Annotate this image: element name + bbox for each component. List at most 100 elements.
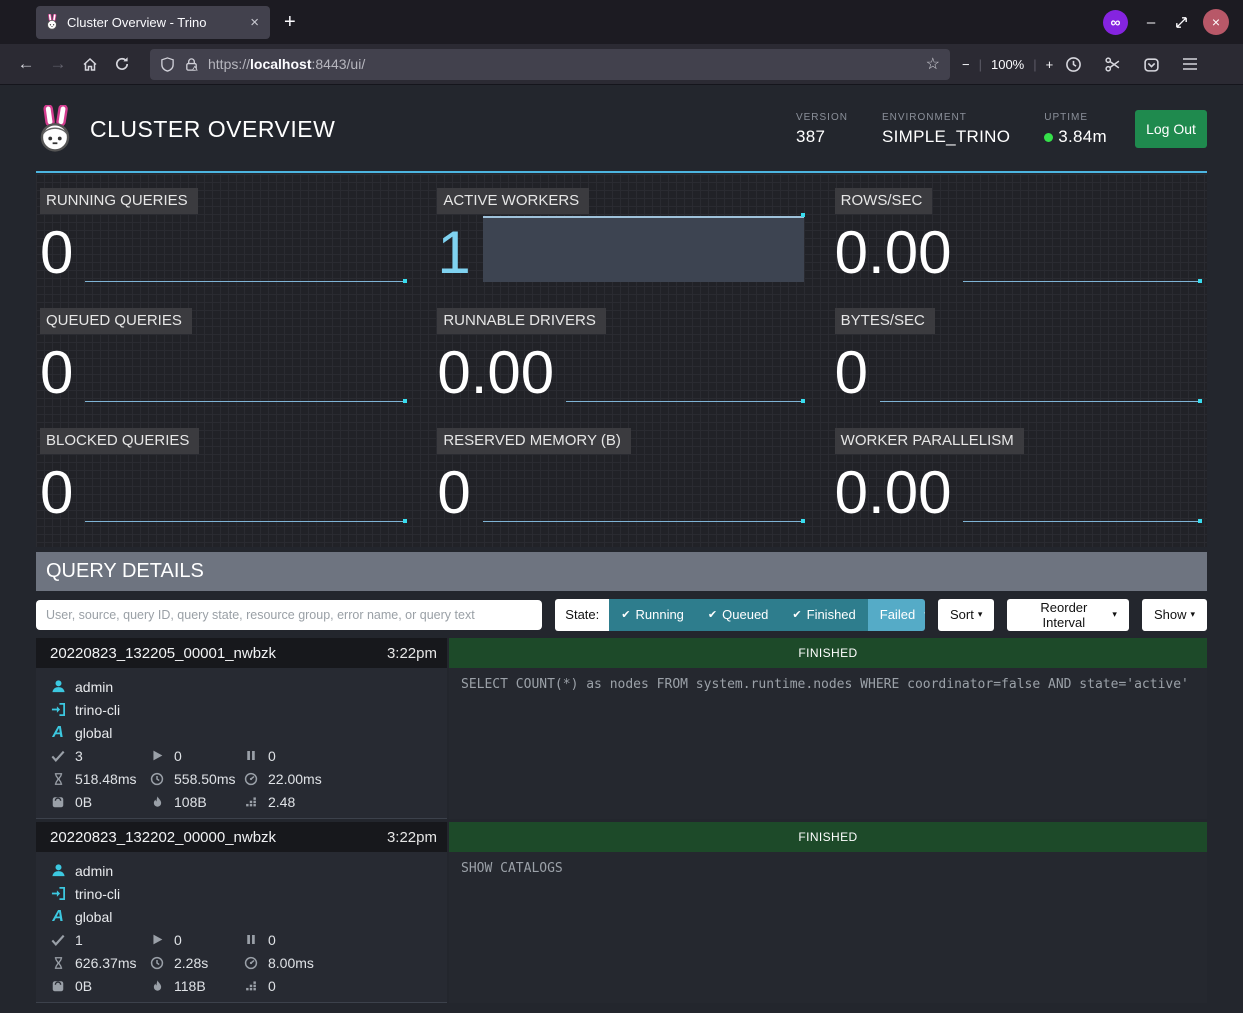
sort-dropdown[interactable]: Sort▾ [938, 599, 994, 631]
show-dropdown[interactable]: Show▾ [1142, 599, 1207, 631]
chevron-down-icon: ▾ [924, 609, 925, 620]
sparkline [963, 216, 1201, 282]
chevron-down-icon: ▾ [978, 609, 983, 620]
version-block: VERSION 387 [796, 112, 848, 147]
browser-tab[interactable]: Cluster Overview - Trino × [36, 6, 270, 39]
query-sql-text: SELECT COUNT(*) as nodes FROM system.run… [449, 668, 1207, 819]
zoom-level[interactable]: 100% [991, 57, 1024, 72]
nav-toolbar: ← → https://localhost:8443/ui/ ☆ − | 100… [0, 44, 1243, 85]
queued-splits-pause-icon [243, 749, 259, 762]
trino-bunny-logo [36, 105, 74, 153]
reload-button[interactable] [106, 50, 138, 78]
sparkline [566, 336, 804, 402]
version-value: 387 [796, 127, 848, 147]
sparkline [85, 456, 406, 522]
card-reserved-memory: RESERVED MEMORY (B) 0 [437, 428, 805, 539]
reorder-interval-dropdown[interactable]: Reorder Interval▾ [1007, 599, 1129, 631]
uptime-block: UPTIME 3.84m [1044, 112, 1107, 147]
card-active-workers: ACTIVE WORKERS 1 [437, 188, 805, 299]
bookmark-star-icon[interactable]: ☆ [926, 54, 940, 74]
query-id-link[interactable]: 20220823_132202_00000_nwbzk [50, 829, 387, 846]
menu-hamburger-icon[interactable] [1174, 50, 1206, 78]
query-details-title: QUERY DETAILS [36, 552, 1207, 591]
logout-button[interactable]: Log Out [1135, 110, 1207, 148]
state-finished-button[interactable]: ✔Finished [780, 599, 867, 631]
sparkline [85, 336, 406, 402]
sparkline [963, 456, 1201, 522]
user-icon [50, 679, 66, 694]
query-id-link[interactable]: 20220823_132205_00001_nwbzk [50, 645, 387, 662]
sparkline [483, 456, 804, 522]
private-browsing-icon: ∞ [1103, 10, 1128, 35]
home-button[interactable] [74, 50, 106, 78]
restore-button[interactable] [1174, 15, 1189, 30]
state-failed-dropdown[interactable]: Failed▾ [868, 599, 925, 631]
browser-window: Cluster Overview - Trino × + ∞ – × ← → [0, 0, 1243, 1013]
uptime-value: 3.84m [1058, 127, 1107, 146]
completed-splits-check-icon [50, 749, 66, 763]
tab-title: Cluster Overview - Trino [67, 15, 247, 30]
running-splits-play-icon [149, 749, 165, 762]
resource-group-icon: A [50, 724, 66, 742]
resource-group-icon: A [50, 908, 66, 926]
tab-bar: Cluster Overview - Trino × + ∞ – × [0, 0, 1243, 44]
forward-button: → [42, 50, 74, 78]
query-row: 20220823_132205_00001_nwbzk 3:22pm admin… [36, 638, 1207, 819]
query-sql-text: SHOW CATALOGS [449, 852, 1207, 1003]
query-source: trino-cli [75, 886, 120, 902]
trino-page: CLUSTER OVERVIEW VERSION 387 ENVIRONMENT… [0, 85, 1243, 1013]
cpu-time-gauge-icon [243, 956, 259, 970]
current-memory-scale-icon [50, 795, 66, 809]
trino-favicon [44, 14, 60, 30]
cpu-time-gauge-icon [243, 772, 259, 786]
query-status-badge: FINISHED [449, 638, 1207, 668]
new-tab-button[interactable]: + [284, 11, 1103, 34]
shield-icon [160, 57, 175, 72]
lock-warning-icon[interactable] [184, 57, 199, 72]
query-resource-group: global [75, 909, 112, 925]
minimize-button[interactable]: – [1142, 14, 1160, 31]
page-title: CLUSTER OVERVIEW [90, 116, 796, 143]
chevron-down-icon: ▾ [1112, 609, 1117, 620]
card-running-queries: RUNNING QUERIES 0 [40, 188, 408, 299]
card-runnable-drivers: RUNNABLE DRIVERS 0.00 [437, 308, 805, 419]
query-row: 20220823_132202_00000_nwbzk 3:22pm admin… [36, 822, 1207, 1003]
cluster-header: CLUSTER OVERVIEW VERSION 387 ENVIRONMENT… [0, 85, 1243, 173]
query-user: admin [75, 679, 113, 695]
zoom-out-button[interactable]: − [962, 57, 970, 72]
current-memory-scale-icon [50, 979, 66, 993]
back-button[interactable]: ← [10, 50, 42, 78]
state-filter-group: State: ✔Running ✔Queued ✔Finished Failed… [555, 599, 925, 631]
state-running-button[interactable]: ✔Running [609, 599, 696, 631]
state-queued-button[interactable]: ✔Queued [696, 599, 780, 631]
card-queued-queries: QUEUED QUERIES 0 [40, 308, 408, 419]
environment-value: SIMPLE_TRINO [882, 127, 1010, 147]
cumulative-memory-fire-icon [149, 795, 165, 809]
filter-toolbar: State: ✔Running ✔Queued ✔Finished Failed… [36, 591, 1207, 638]
history-clock-icon[interactable] [1057, 50, 1089, 78]
environment-block: ENVIRONMENT SIMPLE_TRINO [882, 112, 1010, 147]
parallelism-equalizer-icon [243, 979, 259, 992]
cluster-hud: RUNNING QUERIES 0 ACTIVE WORKERS 1 ROWS/… [36, 174, 1207, 547]
search-input[interactable] [36, 600, 542, 630]
tab-close-icon[interactable]: × [247, 14, 262, 31]
parallelism-equalizer-icon [243, 795, 259, 808]
screenshot-scissors-icon[interactable] [1096, 50, 1128, 78]
card-bytes-sec: BYTES/SEC 0 [835, 308, 1203, 419]
zoom-in-button[interactable]: + [1046, 57, 1054, 72]
query-time: 3:22pm [387, 829, 437, 846]
check-icon: ✔ [792, 608, 801, 621]
card-worker-parallelism: WORKER PARALLELISM 0.00 [835, 428, 1203, 539]
queued-splits-pause-icon [243, 933, 259, 946]
queued-time-hourglass-icon [50, 772, 66, 786]
sparkline [85, 216, 406, 282]
pocket-icon[interactable] [1135, 50, 1167, 78]
query-user: admin [75, 863, 113, 879]
running-splits-play-icon [149, 933, 165, 946]
url-text: https://localhost:8443/ui/ [208, 56, 926, 72]
url-bar[interactable]: https://localhost:8443/ui/ ☆ [150, 49, 950, 80]
query-source: trino-cli [75, 702, 120, 718]
elapsed-time-clock-icon [149, 956, 165, 970]
card-rows-sec: ROWS/SEC 0.00 [835, 188, 1203, 299]
close-button[interactable]: × [1203, 9, 1229, 35]
